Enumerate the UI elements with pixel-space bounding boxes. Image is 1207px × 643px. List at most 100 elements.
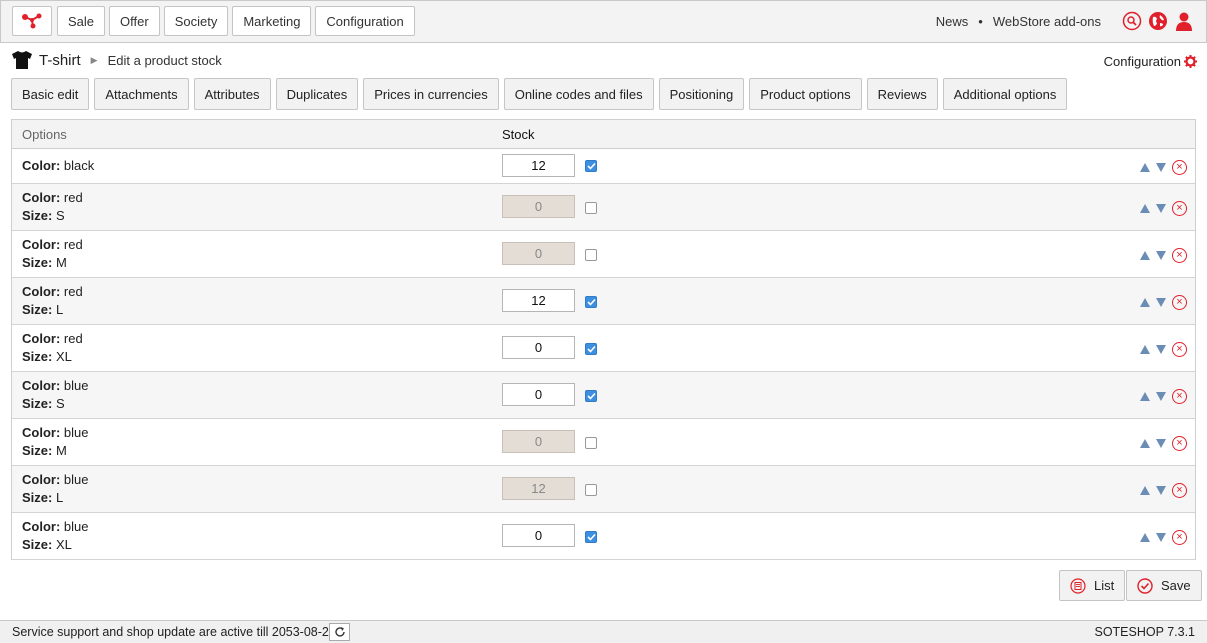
nav-society[interactable]: Society xyxy=(163,6,229,36)
tshirt-icon xyxy=(12,51,32,69)
delete-icon[interactable]: × xyxy=(1172,436,1187,451)
move-up-icon[interactable] xyxy=(1140,533,1150,542)
breadcrumb-separator-icon: ▶ xyxy=(90,54,98,65)
delete-icon[interactable]: × xyxy=(1172,160,1187,175)
stock-input[interactable] xyxy=(502,524,575,547)
webstore-addons-link[interactable]: WebStore add-ons xyxy=(993,14,1101,29)
stock-checkbox[interactable] xyxy=(585,437,597,449)
table-row: Color: blue Size: S × xyxy=(12,372,1195,419)
row-actions: × xyxy=(1140,248,1187,263)
color-value: red xyxy=(63,237,83,252)
tab-positioning[interactable]: Positioning xyxy=(658,78,745,110)
stock-input[interactable] xyxy=(502,336,575,359)
move-down-icon[interactable] xyxy=(1156,204,1166,213)
delete-icon[interactable]: × xyxy=(1172,295,1187,310)
color-value: blue xyxy=(63,519,89,534)
move-down-icon[interactable] xyxy=(1156,392,1166,401)
logo-button[interactable] xyxy=(12,6,52,36)
delete-icon[interactable]: × xyxy=(1172,389,1187,404)
tab-additional-options[interactable]: Additional options xyxy=(942,78,1068,110)
product-title[interactable]: T-shirt xyxy=(39,52,81,69)
main-nav: Sale Offer Society Marketing Configurati… xyxy=(57,6,415,36)
nav-offer[interactable]: Offer xyxy=(109,6,160,36)
color-value: red xyxy=(63,190,83,205)
search-icon[interactable] xyxy=(1121,10,1142,31)
stock-checkbox[interactable] xyxy=(585,390,597,402)
color-value: red xyxy=(63,331,83,346)
move-down-icon[interactable] xyxy=(1156,486,1166,495)
tab-product-options[interactable]: Product options xyxy=(749,78,862,110)
move-up-icon[interactable] xyxy=(1140,298,1150,307)
move-down-icon[interactable] xyxy=(1156,251,1166,260)
header-stock: Stock xyxy=(502,127,535,142)
delete-icon[interactable]: × xyxy=(1172,530,1187,545)
move-down-icon[interactable] xyxy=(1156,163,1166,172)
check-icon xyxy=(586,162,596,170)
move-up-icon[interactable] xyxy=(1140,486,1150,495)
option-cell: Color: red Size: XL xyxy=(22,330,83,366)
size-value: L xyxy=(55,302,64,317)
stock-input[interactable] xyxy=(502,154,575,177)
stock-input xyxy=(502,195,575,218)
stock-checkbox[interactable] xyxy=(585,249,597,261)
stock-input[interactable] xyxy=(502,383,575,406)
check-circle-icon xyxy=(1137,577,1153,594)
tab-attributes[interactable]: Attributes xyxy=(193,78,271,110)
top-icons xyxy=(1121,10,1194,31)
nav-configuration[interactable]: Configuration xyxy=(315,6,415,36)
color-label: Color: xyxy=(22,190,61,205)
configuration-link[interactable]: Configuration xyxy=(1104,54,1197,69)
delete-icon[interactable]: × xyxy=(1172,342,1187,357)
move-up-icon[interactable] xyxy=(1140,163,1150,172)
stock-input[interactable] xyxy=(502,289,575,312)
move-up-icon[interactable] xyxy=(1140,439,1150,448)
option-cell: Color: blue Size: M xyxy=(22,424,88,460)
table-row: Color: black × xyxy=(12,149,1195,184)
link-separator: • xyxy=(978,14,983,29)
size-label: Size: xyxy=(22,443,53,458)
nav-sale[interactable]: Sale xyxy=(57,6,106,36)
stock-checkbox[interactable] xyxy=(585,484,597,496)
delete-icon[interactable]: × xyxy=(1172,483,1187,498)
gear-icon xyxy=(1184,55,1197,68)
stock-checkbox[interactable] xyxy=(585,531,597,543)
stock-checkbox[interactable] xyxy=(585,202,597,214)
size-label: Size: xyxy=(22,255,53,270)
move-up-icon[interactable] xyxy=(1140,345,1150,354)
move-down-icon[interactable] xyxy=(1156,439,1166,448)
stock-input xyxy=(502,477,575,500)
save-button[interactable]: Save xyxy=(1126,570,1202,601)
row-actions: × xyxy=(1140,295,1187,310)
tab-prices-in-currencies[interactable]: Prices in currencies xyxy=(363,78,499,110)
delete-icon[interactable]: × xyxy=(1172,201,1187,216)
move-up-icon[interactable] xyxy=(1140,204,1150,213)
tab-duplicates[interactable]: Duplicates xyxy=(275,78,359,110)
size-label: Size: xyxy=(22,490,53,505)
list-button[interactable]: List xyxy=(1059,570,1126,601)
move-down-icon[interactable] xyxy=(1156,345,1166,354)
stock-checkbox[interactable] xyxy=(585,296,597,308)
move-down-icon[interactable] xyxy=(1156,298,1166,307)
option-cell: Color: red Size: L xyxy=(22,283,83,319)
support-status: Service support and shop update are acti… xyxy=(12,625,336,639)
table-row: Color: red Size: S × xyxy=(12,184,1195,231)
news-link[interactable]: News xyxy=(936,14,969,29)
tab-basic-edit[interactable]: Basic edit xyxy=(11,78,90,110)
tab-online-codes-and-files[interactable]: Online codes and files xyxy=(503,78,654,110)
check-icon xyxy=(586,345,596,353)
user-icon[interactable] xyxy=(1173,10,1194,31)
move-up-icon[interactable] xyxy=(1140,392,1150,401)
table-row: Color: red Size: XL × xyxy=(12,325,1195,372)
tab-reviews[interactable]: Reviews xyxy=(866,78,938,110)
nav-marketing[interactable]: Marketing xyxy=(232,6,312,36)
globe-icon[interactable] xyxy=(1147,10,1168,31)
move-up-icon[interactable] xyxy=(1140,251,1150,260)
size-label: Size: xyxy=(22,537,53,552)
stock-checkbox[interactable] xyxy=(585,343,597,355)
delete-icon[interactable]: × xyxy=(1172,248,1187,263)
move-down-icon[interactable] xyxy=(1156,533,1166,542)
row-actions: × xyxy=(1140,160,1187,175)
tab-attachments[interactable]: Attachments xyxy=(94,78,189,110)
refresh-button[interactable] xyxy=(329,623,350,641)
stock-checkbox[interactable] xyxy=(585,160,597,172)
